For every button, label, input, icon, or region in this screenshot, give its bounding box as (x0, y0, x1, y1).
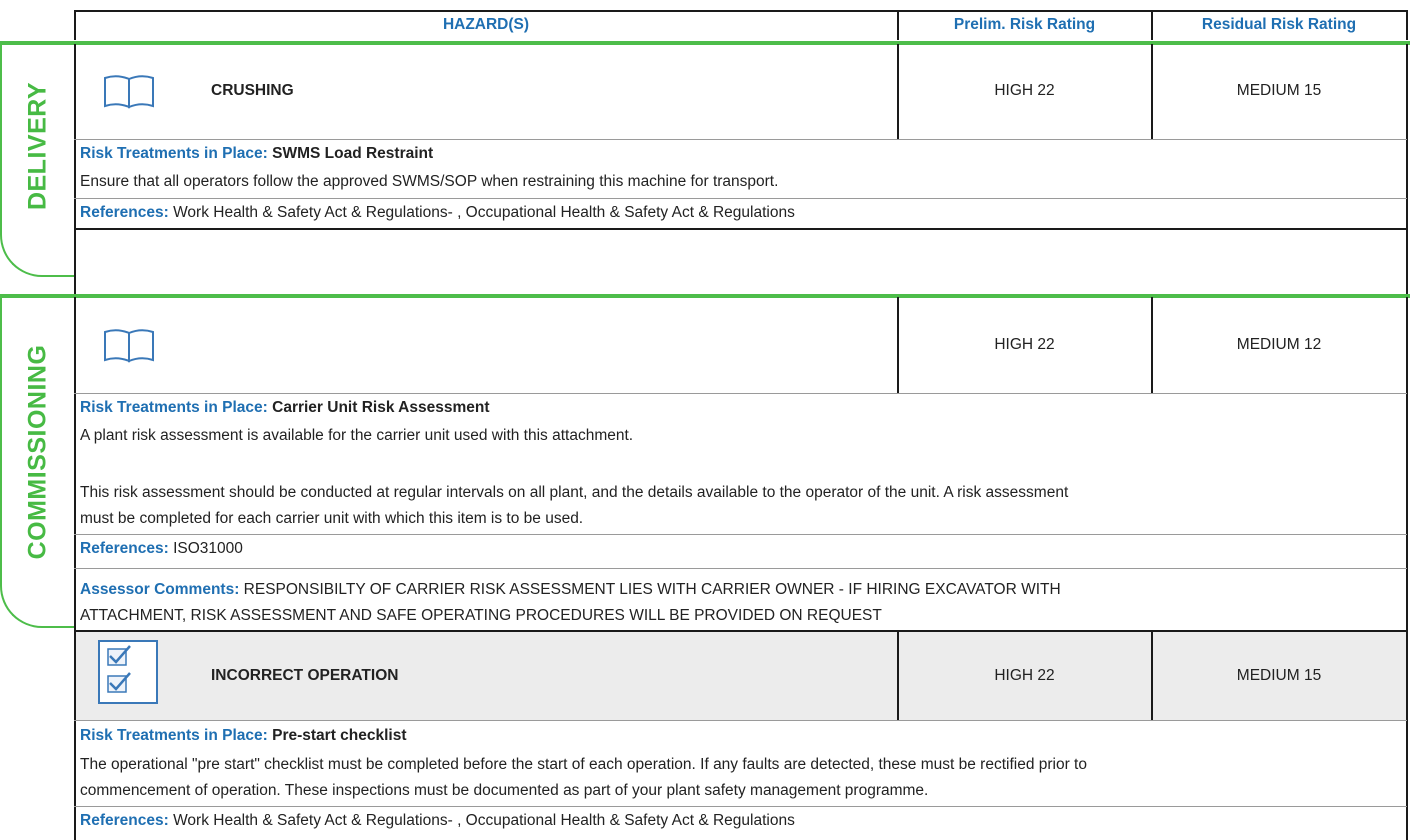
residual-rating: MEDIUM 15 (1236, 82, 1322, 99)
assessor-comments-line: Assessor Comments: RESPONSIBILTY OF CARR… (80, 581, 1061, 599)
risk-treatment-text: must be completed for each carrier unit … (80, 510, 584, 527)
assessor-comments-label: Assessor Comments: (80, 581, 240, 598)
assessor-comments-value: RESPONSIBILTY OF CARRIER RISK ASSESSMENT… (243, 581, 1061, 598)
references-label: References: (80, 540, 169, 557)
risk-treatment-text: A plant risk assessment is available for… (80, 427, 634, 444)
header-hazards: HAZARD(S) (442, 16, 530, 33)
delivery-section-label: DELIVERY (23, 81, 52, 211)
commissioning-section-label: COMMISSIONING (23, 344, 52, 560)
hazard-title: CRUSHING (211, 82, 294, 99)
risk-treatment-label: Risk Treatments in Place: (80, 145, 268, 162)
references-value: ISO31000 (173, 540, 243, 557)
references-label: References: (80, 812, 169, 829)
header-residual-risk-rating: Residual Risk Rating (1201, 16, 1357, 33)
residual-rating: MEDIUM 15 (1236, 667, 1322, 684)
risk-treatment-text: Ensure that all operators follow the app… (80, 173, 779, 190)
risk-treatment-line: Risk Treatments in Place: Pre-start chec… (80, 727, 407, 745)
hazard-title: INCORRECT OPERATION (211, 667, 399, 684)
residual-rating: MEDIUM 12 (1236, 336, 1322, 353)
checklist-icon (98, 640, 158, 709)
header-prelim-risk-rating: Prelim. Risk Rating (953, 16, 1096, 33)
risk-treatment-name: Carrier Unit Risk Assessment (272, 399, 490, 416)
references-line: References: Work Health & Safety Act & R… (80, 204, 795, 222)
risk-treatment-line: Risk Treatments in Place: SWMS Load Rest… (80, 145, 433, 163)
risk-treatment-text: This risk assessment should be conducted… (80, 484, 1069, 501)
book-icon (103, 74, 155, 115)
risk-treatment-label: Risk Treatments in Place: (80, 727, 268, 744)
references-label: References: (80, 204, 169, 221)
book-icon (103, 328, 155, 369)
prelim-rating: HIGH 22 (994, 82, 1055, 99)
risk-treatment-name: Pre-start checklist (272, 727, 407, 744)
risk-treatment-line: Risk Treatments in Place: Carrier Unit R… (80, 399, 490, 417)
references-value: Work Health & Safety Act & Regulations- … (173, 812, 795, 829)
references-value: Work Health & Safety Act & Regulations- … (173, 204, 795, 221)
prelim-rating: HIGH 22 (994, 667, 1055, 684)
prelim-rating: HIGH 22 (994, 336, 1055, 353)
risk-treatment-name: SWMS Load Restraint (272, 145, 434, 162)
assessor-comments-continued: ATTACHMENT, RISK ASSESSMENT AND SAFE OPE… (80, 607, 882, 624)
risk-treatment-text: The operational "pre start" checklist mu… (80, 756, 1087, 773)
references-line: References: Work Health & Safety Act & R… (80, 812, 795, 830)
references-line: References: ISO31000 (80, 540, 243, 558)
risk-treatment-label: Risk Treatments in Place: (80, 399, 268, 416)
risk-treatment-text: commencement of operation. These inspect… (80, 782, 929, 799)
